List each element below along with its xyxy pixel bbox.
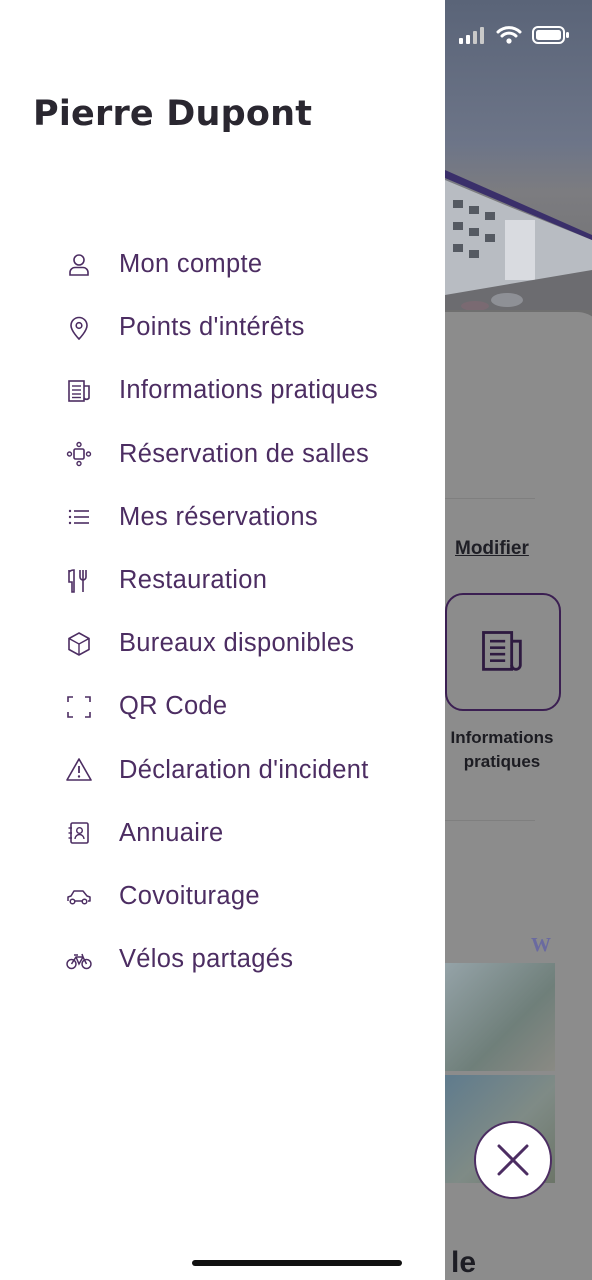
menu-item-label: Annuaire xyxy=(119,818,224,847)
news-photo xyxy=(445,963,555,1071)
menu-item-points-interets[interactable]: Points d'intérêts xyxy=(0,296,445,359)
menu-item-restauration[interactable]: Restauration xyxy=(0,549,445,612)
menu-item-mon-compte[interactable]: Mon compte xyxy=(0,233,445,296)
divider xyxy=(445,498,535,499)
newspaper-icon xyxy=(64,376,94,406)
qr-scan-icon xyxy=(64,692,94,722)
divider xyxy=(445,820,535,821)
list-icon xyxy=(64,502,94,532)
menu-item-label: Vélos partagés xyxy=(119,945,294,974)
menu-item-label: Déclaration d'incident xyxy=(119,755,369,784)
user-name: Pierre Dupont xyxy=(33,94,313,134)
menu-item-qr-code[interactable]: QR Code xyxy=(0,675,445,738)
menu-item-label: Covoiturage xyxy=(119,881,260,910)
menu-item-reservation-salles[interactable]: Réservation de salles xyxy=(0,423,445,486)
menu-item-label: Points d'intérêts xyxy=(119,313,305,342)
menu-item-declaration-incident[interactable]: Déclaration d'incident xyxy=(0,739,445,802)
menu-item-covoiturage[interactable]: Covoiturage xyxy=(0,865,445,928)
map-pin-icon xyxy=(64,313,94,343)
drawer-menu: Mon compte Points d'intérêts Information… xyxy=(0,233,445,991)
menu-item-label: Bureaux disponibles xyxy=(119,629,355,658)
menu-item-informations-pratiques[interactable]: Informations pratiques xyxy=(0,359,445,422)
menu-item-label: QR Code xyxy=(119,692,228,721)
status-bar xyxy=(458,22,578,48)
brand-logo: W xyxy=(531,934,551,956)
restaurant-icon xyxy=(64,566,94,596)
background-app: Modifier Informations pratiques W le xyxy=(445,0,592,1280)
bicycle-icon xyxy=(64,945,94,975)
meeting-room-icon xyxy=(64,439,94,469)
user-icon xyxy=(64,250,94,280)
signal-icon xyxy=(459,27,484,44)
building-illustration xyxy=(445,170,592,310)
close-drawer-button[interactable] xyxy=(474,1121,552,1199)
close-icon xyxy=(497,1144,529,1176)
menu-item-label: Mon compte xyxy=(119,250,263,279)
menu-item-annuaire[interactable]: Annuaire xyxy=(0,802,445,865)
wifi-icon xyxy=(496,26,522,44)
navigation-drawer: Pierre Dupont Mon compte Points d'intérê… xyxy=(0,0,445,1280)
menu-item-mes-reservations[interactable]: Mes réservations xyxy=(0,486,445,549)
home-indicator xyxy=(192,1260,402,1266)
menu-item-label: Restauration xyxy=(119,566,268,595)
cube-icon xyxy=(64,629,94,659)
battery-icon xyxy=(532,26,569,44)
menu-item-label: Informations pratiques xyxy=(119,376,378,405)
info-tile-label: Informations pratiques xyxy=(450,728,554,771)
car-icon xyxy=(64,881,94,911)
warning-icon xyxy=(64,755,94,785)
newspaper-icon xyxy=(482,631,522,671)
contacts-book-icon xyxy=(64,818,94,848)
info-tile[interactable] xyxy=(445,593,561,711)
menu-item-velos-partages[interactable]: Vélos partagés xyxy=(0,928,445,991)
bottom-heading: le xyxy=(451,1246,477,1279)
modify-link[interactable]: Modifier xyxy=(455,538,529,560)
menu-item-bureaux-disponibles[interactable]: Bureaux disponibles xyxy=(0,612,445,675)
header-photo xyxy=(445,0,592,320)
menu-item-label: Réservation de salles xyxy=(119,439,370,468)
menu-item-label: Mes réservations xyxy=(119,502,318,531)
